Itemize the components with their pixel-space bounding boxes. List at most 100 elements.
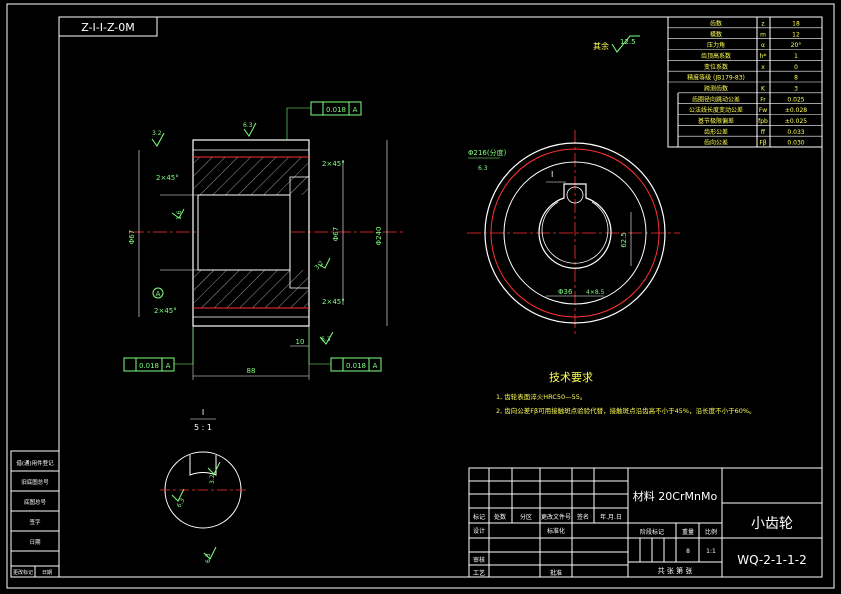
param-name: 齿向公差 (704, 139, 728, 147)
svg-text:借(通)用件登记: 借(通)用件登记 (16, 459, 54, 467)
svg-text:3.2: 3.2 (313, 260, 325, 272)
svg-text:88: 88 (247, 367, 256, 375)
param-symbol: x (761, 64, 765, 71)
svg-text:标记: 标记 (473, 513, 485, 521)
param-symbol: z (761, 20, 764, 27)
svg-text:1:1: 1:1 (706, 548, 716, 555)
param-symbol: Fr (760, 96, 766, 103)
param-value: ±0.028 (785, 107, 807, 114)
param-name: 变位系数 (704, 63, 728, 71)
param-name: 齿数 (710, 19, 722, 27)
svg-text:6.3: 6.3 (321, 336, 331, 343)
svg-text:I: I (202, 408, 204, 417)
svg-text:2×45°: 2×45° (322, 160, 345, 168)
svg-text:12.5: 12.5 (620, 38, 636, 46)
svg-text:6.3: 6.3 (176, 497, 187, 509)
param-name: 齿圈径向跳动公差 (692, 95, 740, 103)
param-name: 公法线长度变动公差 (689, 106, 743, 114)
runout-frame-top: 0.018 A (286, 101, 362, 140)
svg-text:更改标记: 更改标记 (13, 569, 33, 576)
param-symbol: α (761, 42, 765, 49)
svg-text:62.5: 62.5 (620, 232, 628, 248)
flag-text: Z-I-I-Z-0M (81, 21, 135, 34)
svg-text:5 : 1: 5 : 1 (194, 423, 212, 432)
param-name: 齿顶高系数 (701, 52, 731, 60)
drawing-number-flag: Z-I-I-Z-0M (58, 16, 158, 37)
param-name: 基节极限偏差 (698, 117, 734, 125)
param-name: 精度等级 (JB179-83) (687, 74, 745, 82)
param-name: 跨测齿数 (704, 84, 728, 92)
svg-text:6.3: 6.3 (243, 122, 253, 129)
svg-text:标准化: 标准化 (547, 527, 565, 535)
param-value: 0.033 (787, 129, 804, 136)
param-value: 20° (791, 42, 802, 49)
part-name: 小齿轮 (751, 516, 793, 532)
svg-text:2×45°: 2×45° (154, 307, 177, 315)
svg-text:Φ36: Φ36 (558, 288, 573, 296)
param-value: 1 (794, 53, 798, 60)
svg-text:2×45°: 2×45° (322, 298, 345, 306)
svg-text:日期: 日期 (29, 539, 41, 546)
svg-text:4×8.5: 4×8.5 (586, 289, 605, 296)
svg-text:Φ216(分度): Φ216(分度) (468, 148, 507, 157)
svg-text:Φ67: Φ67 (332, 227, 340, 241)
param-value: 8 (794, 75, 798, 82)
svg-text:批准: 批准 (550, 569, 562, 577)
svg-text:3.2: 3.2 (152, 130, 162, 137)
material-text: 材料 20CrMnMo (633, 489, 718, 503)
svg-text:Φ67: Φ67 (128, 230, 136, 244)
param-symbol: Fβ (759, 140, 766, 147)
svg-text:8: 8 (686, 548, 690, 555)
drawing-sheet: Z-I-I-Z-0M 齿数 z 18 模数 m 12 压力角 α 20° 齿顶高系数 h* 1 变位系数… (6, 3, 835, 589)
left-margin-block: 借(通)用件登记 旧底图总号 底图总号 签字 日期 更改标记 日期 (10, 450, 60, 578)
svg-text:底图总号: 底图总号 (24, 498, 47, 506)
tech-heading: 技术要求 (549, 371, 593, 384)
svg-text:I: I (551, 170, 553, 179)
svg-text:共 张 第 张: 共 张 第 张 (658, 566, 693, 575)
param-symbol: h* (760, 53, 767, 60)
svg-text:旧底图总号: 旧底图总号 (21, 478, 49, 486)
svg-text:1.6: 1.6 (176, 210, 183, 220)
param-name: 齿形公差 (704, 128, 728, 136)
param-symbol: m (760, 31, 766, 38)
svg-text:处数: 处数 (494, 513, 506, 521)
param-value: 3 (794, 85, 798, 92)
svg-text:0.018: 0.018 (346, 362, 366, 370)
param-symbol: Fw (759, 107, 767, 114)
param-name: 压力角 (707, 41, 725, 49)
tech-item-2: 2, 齿向公差Fβ可用接触斑点验验代替，接触斑点沿齿高不小于45%，沿长度不小于… (496, 406, 756, 415)
param-value: 18 (792, 20, 800, 27)
param-value: 0.025 (787, 96, 804, 103)
tech-requirements: 技术要求 1, 齿轮表面淬火HRC50—55。 2, 齿向公差Fβ可用接触斑点验… (496, 371, 756, 415)
svg-text:A: A (156, 290, 161, 298)
svg-text:6.3: 6.3 (478, 165, 488, 172)
param-value: 12 (792, 31, 800, 38)
section-view: 88 10 Φ67 Φ240 Φ67 2×45° 2×45° 2×45° 2×4… (123, 101, 405, 380)
drawing-code: WQ-2-1-1-2 (737, 553, 807, 567)
param-symbol: K (761, 85, 766, 92)
svg-text:签名: 签名 (577, 513, 589, 521)
svg-text:审核: 审核 (473, 556, 485, 564)
svg-text:签字: 签字 (29, 518, 41, 526)
svg-text:工艺: 工艺 (473, 569, 485, 577)
param-symbol: ff (761, 129, 766, 136)
svg-text:6.3: 6.3 (205, 553, 212, 563)
title-block: 标记 处数 分区 更改文件号 签名 年.月.日 设计 标准化 审核 工艺 批准 … (468, 467, 823, 578)
svg-text:重量: 重量 (682, 528, 694, 536)
param-value: 0.030 (787, 140, 804, 147)
runout-frame-left: 0.018 A (123, 326, 194, 372)
svg-text:A: A (373, 362, 378, 370)
param-symbol: fpb (758, 118, 768, 125)
svg-text:A: A (166, 362, 171, 370)
tech-item-1: 1, 齿轮表面淬火HRC50—55。 (496, 392, 586, 401)
detail-view: I 5 : 1 3.2 6.3 6.3 (160, 408, 246, 563)
svg-text:比例: 比例 (705, 528, 717, 536)
svg-text:更改文件号: 更改文件号 (541, 513, 571, 521)
svg-text:0.018: 0.018 (139, 362, 159, 370)
svg-text:0.018: 0.018 (326, 106, 346, 114)
param-value: 0 (794, 64, 798, 71)
svg-text:设计: 设计 (473, 527, 485, 535)
svg-text:阶段标记: 阶段标记 (640, 528, 664, 536)
runout-frame-right: 0.018 A (308, 326, 382, 372)
svg-text:Φ240: Φ240 (375, 227, 383, 246)
